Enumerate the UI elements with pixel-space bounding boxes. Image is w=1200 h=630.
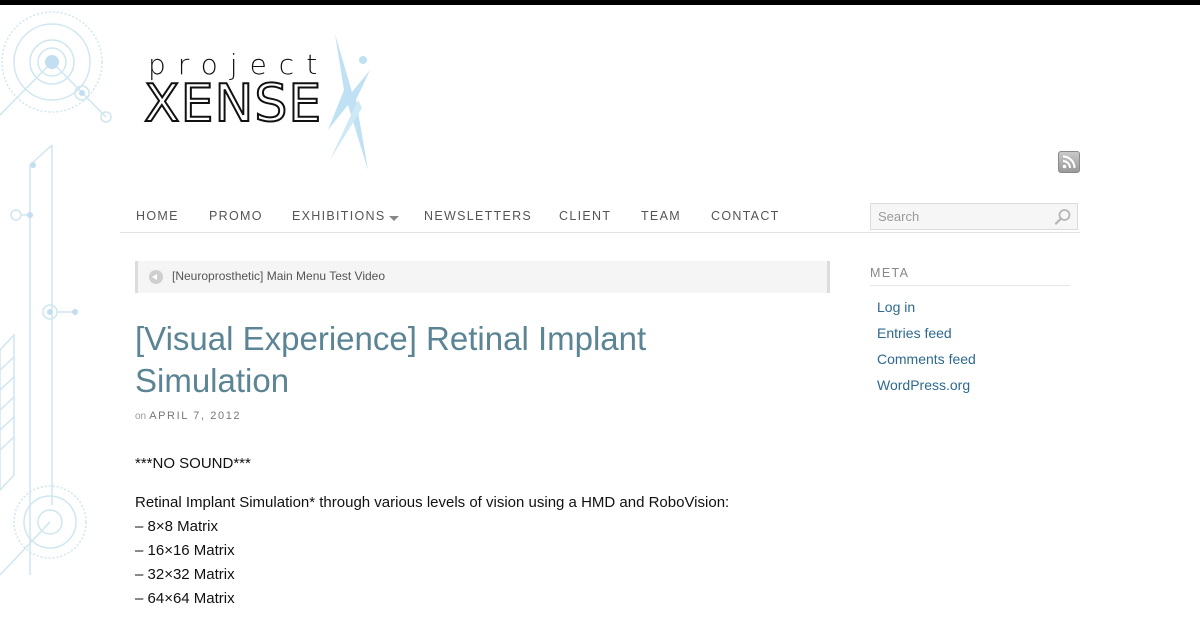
nav-item-client[interactable]: CLIENT [559,209,611,223]
previous-post-label: [Neuroprosthetic] Main Menu Test Video [172,269,386,283]
list-item: Comments feed [877,349,976,375]
list-item: Log in [877,297,976,323]
previous-post-link[interactable]: [Neuroprosthetic] Main Menu Test Video [135,261,830,293]
list-item: Entries feed [877,323,976,349]
post-content: ***NO SOUND*** Retinal Implant Simulatio… [135,452,825,611]
post-list-line: – 64×64 Matrix [135,590,235,607]
sidebar-link-comments-feed[interactable]: Comments feed [877,351,976,367]
sidebar-link-entries-feed[interactable]: Entries feed [877,325,952,341]
nav-item-newsletters[interactable]: NEWSLETTERS [424,209,532,223]
site-logo[interactable]: project XENSE [140,30,380,170]
nav-item-exhibitions[interactable]: EXHIBITIONS [292,209,385,223]
nav-item-team[interactable]: TEAM [641,209,681,223]
decorative-circuit-graphic [0,11,112,576]
logo-xense-text: XENSE [143,73,323,135]
nav-caret-icon[interactable] [389,216,399,221]
sidebar-meta-title: META [870,266,1070,286]
search-input[interactable] [870,203,1078,230]
sidebar-meta-list: Log in Entries feed Comments feed WordPr… [877,297,976,401]
list-item: WordPress.org [877,375,976,401]
rss-button[interactable] [1058,151,1080,173]
post-paragraph: ***NO SOUND*** [135,455,251,472]
sidebar-link-log-in[interactable]: Log in [877,299,915,315]
rss-icon [1062,155,1076,169]
post-meta-prefix: on [135,411,147,422]
post-date[interactable]: APRIL 7, 2012 [149,410,241,422]
sidebar-link-wordpress[interactable]: WordPress.org [877,377,970,393]
nav-item-promo[interactable]: PROMO [209,209,263,223]
post-list-line: – 32×32 Matrix [135,566,235,583]
nav-item-contact[interactable]: CONTACT [711,209,780,223]
top-bar [0,0,1200,5]
nav-item-home[interactable]: HOME [136,209,179,223]
post-title[interactable]: [Visual Experience] Retinal Implant Simu… [135,318,775,402]
search-icon[interactable] [1053,207,1073,227]
arrow-left-icon [149,270,163,284]
post-list-line: – 8×8 Matrix [135,518,218,535]
post-list-line: – 16×16 Matrix [135,542,235,559]
post-paragraph: Retinal Implant Simulation* through vari… [135,494,730,511]
post-meta: on APRIL 7, 2012 [135,410,241,422]
